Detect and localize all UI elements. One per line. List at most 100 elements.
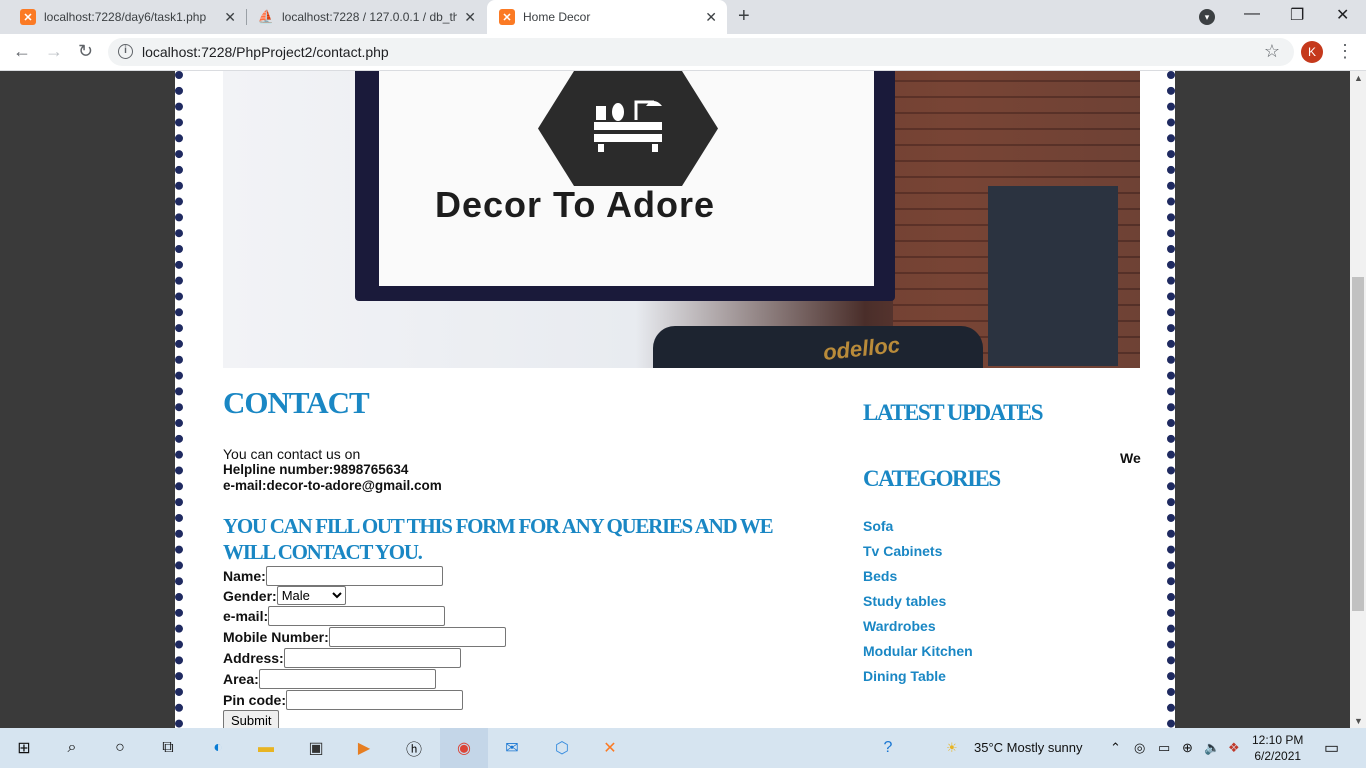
pincode-input[interactable] bbox=[286, 690, 464, 710]
netbeans-icon[interactable]: ⬡ bbox=[550, 736, 574, 760]
email-row: e-mail: bbox=[223, 606, 446, 626]
address-bar[interactable]: i localhost:7228/PhpProject2/contact.php… bbox=[108, 38, 1294, 66]
tab-title: Home Decor bbox=[523, 10, 591, 24]
window-close-button[interactable]: ✕ bbox=[1336, 5, 1349, 25]
gender-label: Gender: bbox=[223, 587, 277, 604]
category-link-beds[interactable]: Beds bbox=[863, 568, 973, 593]
category-link-modular-kitchen[interactable]: Modular Kitchen bbox=[863, 643, 973, 668]
mobile-label: Mobile Number: bbox=[223, 629, 329, 645]
mobile-input[interactable] bbox=[328, 627, 506, 647]
task-view-icon[interactable]: ⧉ bbox=[156, 736, 180, 760]
cortana-icon[interactable]: ○ bbox=[108, 736, 132, 760]
brand-name: Decor To Adore bbox=[435, 184, 716, 225]
close-icon[interactable]: ✕ bbox=[464, 9, 476, 26]
back-arrow-icon[interactable]: ← bbox=[13, 41, 31, 62]
name-input[interactable] bbox=[265, 566, 443, 586]
volume-icon[interactable]: 🔈 bbox=[1204, 740, 1220, 756]
mobile-row: Mobile Number: bbox=[223, 627, 506, 647]
address-input[interactable] bbox=[283, 648, 461, 668]
browser-tab-strip: ✕ localhost:7228/day6/task1.php ✕ ⛵ loca… bbox=[0, 0, 1366, 34]
language-icon[interactable]: ⊕ bbox=[1182, 740, 1193, 756]
shop-window-image bbox=[988, 186, 1118, 366]
category-link-dining-table[interactable]: Dining Table bbox=[863, 668, 973, 693]
name-row: Name: bbox=[223, 566, 443, 586]
windows-taskbar: ⊞ ⌕ ○ ⧉ ◐ ▬ ▣ ▶ ⓗ ◉ ✉ ⬡ ✕ ? ☀ 35°C Mostl… bbox=[0, 728, 1366, 768]
name-label: Name: bbox=[223, 568, 266, 584]
pincode-label: Pin code: bbox=[223, 692, 287, 708]
form-heading: YOU CAN FILL OUT THIS FORM FOR ANY QUERI… bbox=[223, 514, 774, 564]
file-explorer-icon[interactable]: ▬ bbox=[254, 736, 278, 760]
tab-search-icon[interactable]: ▾ bbox=[1199, 9, 1215, 25]
xampp-icon: ✕ bbox=[499, 9, 515, 25]
close-icon[interactable]: ✕ bbox=[224, 9, 236, 26]
area-label: Area: bbox=[223, 671, 259, 687]
media-player-icon[interactable]: ▶ bbox=[352, 736, 376, 760]
page-scrollbar[interactable]: ▲ ▼ bbox=[1350, 71, 1366, 728]
browser-toolbar: ← → ↻ i localhost:7228/PhpProject2/conta… bbox=[0, 34, 1366, 71]
email-input[interactable] bbox=[268, 606, 446, 626]
area-row: Area: bbox=[223, 669, 436, 689]
latest-updates-marquee: We bbox=[1120, 450, 1141, 466]
email-label: e-mail: bbox=[223, 608, 269, 624]
bookmark-star-icon[interactable]: ☆ bbox=[1264, 41, 1280, 62]
furniture-logo-icon bbox=[538, 71, 718, 186]
category-list: Sofa Tv Cabinets Beds Study tables Wardr… bbox=[863, 518, 973, 693]
contact-email: e-mail:decor-to-adore@gmail.com bbox=[223, 478, 442, 493]
help-icon[interactable]: ? bbox=[876, 736, 900, 760]
gender-row: Gender: Male bbox=[223, 586, 346, 605]
minimize-button[interactable]: — bbox=[1244, 5, 1260, 23]
area-input[interactable] bbox=[258, 669, 436, 689]
hp-icon[interactable]: ⓗ bbox=[402, 736, 426, 760]
scroll-up-icon[interactable]: ▲ bbox=[1354, 73, 1363, 83]
chrome-icon[interactable]: ◉ bbox=[452, 736, 476, 760]
restore-button[interactable]: ❐ bbox=[1290, 5, 1304, 25]
weather-icon[interactable]: ☀ bbox=[946, 740, 958, 756]
awning-image bbox=[653, 326, 983, 368]
tab-home-decor[interactable]: ✕ Home Decor ✕ bbox=[487, 0, 727, 34]
address-label: Address: bbox=[223, 650, 284, 666]
category-link-tv-cabinets[interactable]: Tv Cabinets bbox=[863, 543, 973, 568]
chevron-up-icon[interactable]: ⌃ bbox=[1110, 740, 1121, 756]
contact-intro: You can contact us on bbox=[223, 446, 361, 462]
scroll-down-icon[interactable]: ▼ bbox=[1354, 716, 1363, 726]
xampp-icon: ✕ bbox=[20, 9, 36, 25]
submit-button[interactable]: Submit bbox=[223, 710, 280, 728]
weather-text[interactable]: 35°C Mostly sunny bbox=[974, 740, 1083, 755]
reload-icon[interactable]: ↻ bbox=[78, 41, 93, 62]
tab-phpmyadmin[interactable]: ⛵ localhost:7228 / 127.0.0.1 / db_th ✕ bbox=[238, 0, 486, 34]
clock-date: 6/2/2021 bbox=[1254, 749, 1302, 763]
pincode-row: Pin code: bbox=[223, 690, 464, 710]
store-icon[interactable]: ▣ bbox=[304, 736, 328, 760]
category-link-sofa[interactable]: Sofa bbox=[863, 518, 973, 543]
tab-title: localhost:7228 / 127.0.0.1 / db_th bbox=[282, 10, 457, 24]
profile-avatar[interactable]: K bbox=[1301, 41, 1323, 63]
menu-dots-icon[interactable]: ⋮ bbox=[1336, 41, 1354, 62]
latest-updates-heading: LATEST UPDATES bbox=[863, 400, 1044, 425]
gender-select[interactable]: Male bbox=[276, 586, 346, 605]
hero-banner: Decor To Adore odelloc bbox=[223, 71, 1140, 368]
network-icon[interactable]: ◎ bbox=[1134, 740, 1145, 756]
close-icon[interactable]: ✕ bbox=[705, 9, 717, 26]
notification-badge-icon[interactable]: ❖ bbox=[1228, 740, 1240, 756]
mail-icon[interactable]: ✉ bbox=[500, 736, 524, 760]
helpline-number: Helpline number:9898765634 bbox=[223, 462, 409, 477]
search-icon[interactable]: ⌕ bbox=[60, 736, 84, 760]
action-center-icon[interactable]: ▭ bbox=[1324, 738, 1339, 758]
page-viewport: Decor To Adore odelloc CONTACT You can c… bbox=[0, 71, 1350, 728]
scrollbar-thumb[interactable] bbox=[1352, 277, 1364, 611]
windows-start-icon[interactable]: ⊞ bbox=[12, 736, 36, 760]
page-title: CONTACT bbox=[223, 385, 370, 420]
edge-icon[interactable]: ◐ bbox=[206, 736, 230, 760]
clock-time: 12:10 PM bbox=[1252, 733, 1304, 747]
battery-icon[interactable]: ▭ bbox=[1158, 740, 1170, 756]
forward-arrow-icon[interactable]: → bbox=[45, 41, 63, 62]
system-clock[interactable]: 12:10 PM 6/2/2021 bbox=[1252, 732, 1303, 764]
new-tab-button[interactable]: + bbox=[738, 5, 750, 28]
category-link-study-tables[interactable]: Study tables bbox=[863, 593, 973, 618]
category-link-wardrobes[interactable]: Wardrobes bbox=[863, 618, 973, 643]
tab-task1[interactable]: ✕ localhost:7228/day6/task1.php ✕ bbox=[0, 0, 246, 34]
contact-details: You can contact us on Helpline number:98… bbox=[223, 446, 442, 494]
url-text[interactable]: localhost:7228/PhpProject2/contact.php bbox=[142, 44, 389, 60]
xampp-icon[interactable]: ✕ bbox=[598, 736, 622, 760]
site-info-icon[interactable]: i bbox=[118, 44, 133, 59]
